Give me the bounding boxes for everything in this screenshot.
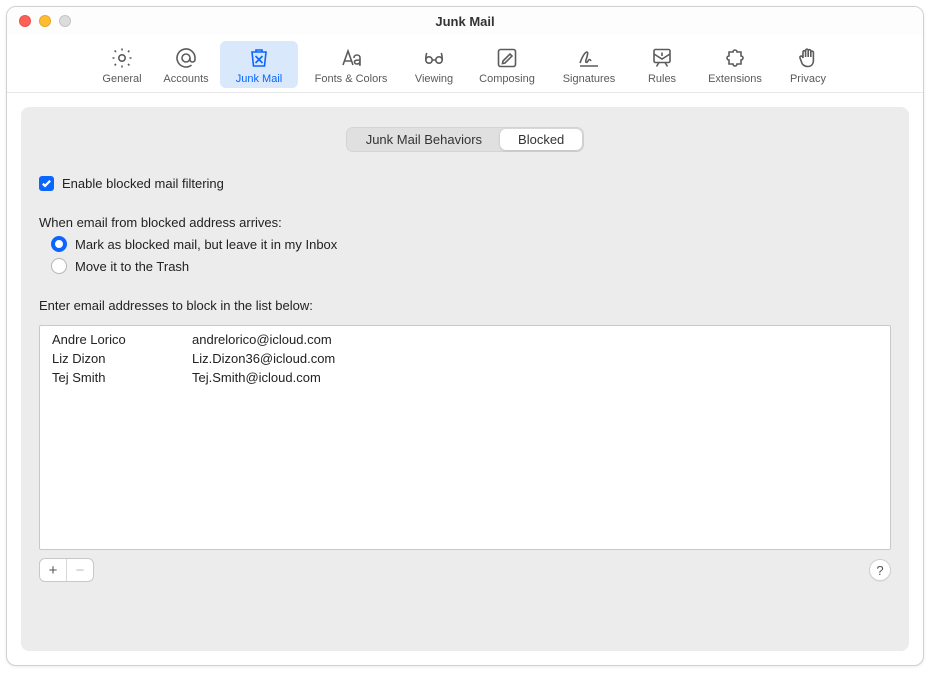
check-icon — [41, 178, 52, 189]
window-title: Junk Mail — [7, 14, 923, 29]
tab-junk-mail[interactable]: Junk Mail — [220, 41, 298, 88]
remove-button[interactable]: − — [67, 559, 93, 581]
glasses-icon — [422, 45, 446, 71]
enable-filtering-row: Enable blocked mail filtering — [39, 176, 891, 191]
option-move-trash: Move it to the Trash — [39, 258, 891, 274]
add-button[interactable]: + — [40, 559, 66, 581]
help-button[interactable]: ? — [869, 559, 891, 581]
list-prompt-heading: Enter email addresses to block in the li… — [39, 298, 891, 313]
enable-filtering-label: Enable blocked mail filtering — [62, 176, 224, 191]
hand-icon — [796, 45, 820, 71]
tab-composing-label: Composing — [479, 73, 535, 85]
list-item[interactable]: Liz DizonLiz.Dizon36@icloud.com — [40, 349, 890, 368]
list-item[interactable]: Andre Loricoandrelorico@icloud.com — [40, 330, 890, 349]
close-window-button[interactable] — [19, 15, 31, 27]
tab-composing[interactable]: Composing — [468, 41, 546, 88]
blocked-email: andrelorico@icloud.com — [192, 332, 878, 347]
blocked-name: Tej Smith — [52, 370, 192, 385]
titlebar: Junk Mail — [7, 7, 923, 35]
tab-privacy[interactable]: Privacy — [778, 41, 838, 88]
tab-extensions-label: Extensions — [708, 73, 762, 85]
radio-mark-leave-label: Mark as blocked mail, but leave it in my… — [75, 237, 337, 252]
puzzle-icon — [723, 45, 747, 71]
tab-junk-mail-label: Junk Mail — [236, 73, 282, 85]
tab-general[interactable]: General — [92, 41, 152, 88]
preferences-toolbar: General Accounts Junk Mail Fonts & Color… — [7, 35, 923, 93]
option-mark-leave: Mark as blocked mail, but leave it in my… — [39, 236, 891, 252]
blocked-list[interactable]: Andre Loricoandrelorico@icloud.comLiz Di… — [39, 325, 891, 550]
radio-move-trash[interactable] — [51, 258, 67, 274]
when-blocked-label: When email from blocked address arrives: — [39, 215, 282, 230]
radio-mark-leave[interactable] — [51, 236, 67, 252]
minimize-window-button[interactable] — [39, 15, 51, 27]
blocked-name: Liz Dizon — [52, 351, 192, 366]
tab-blocked[interactable]: Blocked — [500, 129, 582, 150]
when-blocked-heading: When email from blocked address arrives: — [39, 215, 891, 230]
gear-icon — [110, 45, 134, 71]
tab-accounts[interactable]: Accounts — [156, 41, 216, 88]
at-icon — [174, 45, 198, 71]
tab-viewing[interactable]: Viewing — [404, 41, 464, 88]
compose-icon — [495, 45, 519, 71]
list-item[interactable]: Tej SmithTej.Smith@icloud.com — [40, 368, 890, 387]
tab-viewing-label: Viewing — [415, 73, 453, 85]
tab-rules-label: Rules — [648, 73, 676, 85]
content-pane: Junk Mail Behaviors Blocked Enable block… — [21, 107, 909, 651]
tab-extensions[interactable]: Extensions — [696, 41, 774, 88]
tab-signatures-label: Signatures — [563, 73, 616, 85]
tab-accounts-label: Accounts — [163, 73, 208, 85]
tab-fonts-colors[interactable]: Fonts & Colors — [302, 41, 400, 88]
rules-icon — [650, 45, 674, 71]
blocked-email: Liz.Dizon36@icloud.com — [192, 351, 878, 366]
list-prompt-label: Enter email addresses to block in the li… — [39, 298, 313, 313]
tab-signatures[interactable]: Signatures — [550, 41, 628, 88]
tab-fonts-colors-label: Fonts & Colors — [315, 73, 388, 85]
enable-filtering-checkbox[interactable] — [39, 176, 54, 191]
subtab-switcher: Junk Mail Behaviors Blocked — [39, 127, 891, 152]
radio-move-trash-label: Move it to the Trash — [75, 259, 189, 274]
add-remove-group: + − — [39, 558, 94, 582]
tab-privacy-label: Privacy — [790, 73, 826, 85]
traffic-lights — [7, 15, 71, 27]
blocked-name: Andre Lorico — [52, 332, 192, 347]
tab-general-label: General — [102, 73, 141, 85]
tab-junk-behaviors[interactable]: Junk Mail Behaviors — [348, 129, 500, 150]
footer-controls: + − ? — [39, 558, 891, 582]
blocked-email: Tej.Smith@icloud.com — [192, 370, 878, 385]
tab-rules[interactable]: Rules — [632, 41, 692, 88]
fonts-icon — [339, 45, 363, 71]
signature-icon — [577, 45, 601, 71]
zoom-window-button — [59, 15, 71, 27]
junk-mail-icon — [247, 45, 271, 71]
preferences-window: Junk Mail General Accounts Junk Mail Fon… — [6, 6, 924, 666]
